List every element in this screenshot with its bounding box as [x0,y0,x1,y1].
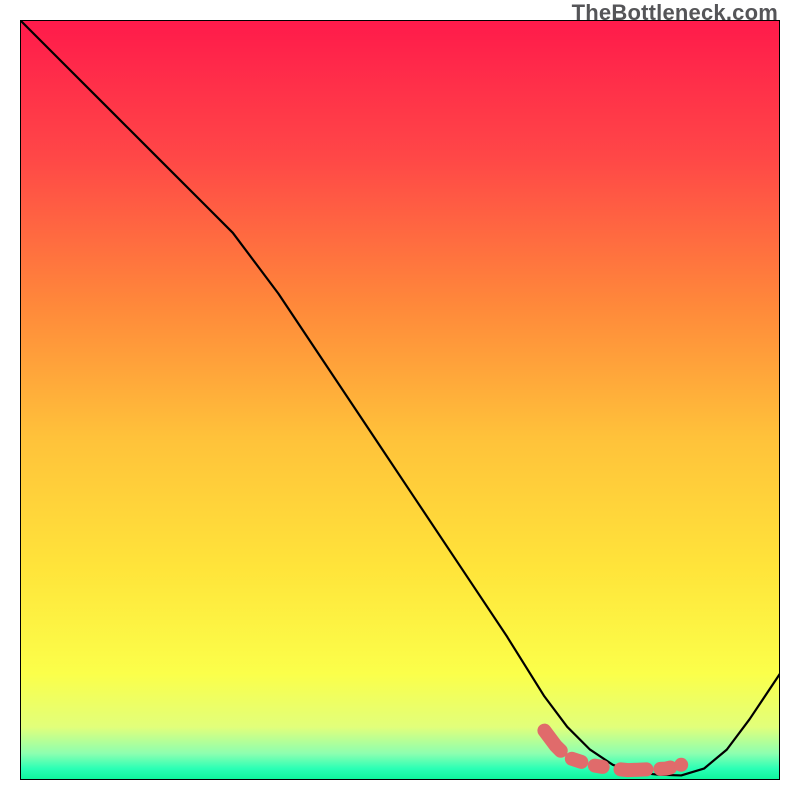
highlight-end-dot [674,758,688,772]
chart-svg [20,20,780,780]
chart-frame: TheBottleneck.com [0,0,800,800]
plot-area [20,20,780,780]
